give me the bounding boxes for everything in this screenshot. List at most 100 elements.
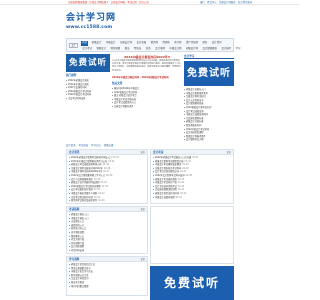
list-item-text: 会计继续教育登录 bbox=[186, 102, 204, 106]
bullet-dot bbox=[153, 192, 154, 194]
more-link[interactable]: 更多 bbox=[141, 150, 145, 155]
news-item[interactable]: 税务师考试科目及报名条件02-20 bbox=[69, 199, 145, 203]
list-item-text: 注会报名费用标准 bbox=[186, 116, 204, 120]
free-trial-ad-left[interactable]: 免费试听 bbox=[66, 54, 110, 72]
bullet-dot bbox=[69, 242, 70, 244]
news-item-text: 中级会计师考试时间2022年9月 bbox=[71, 170, 103, 174]
news-item-date: 02-24 bbox=[177, 184, 185, 188]
news-item-text: 2022初级会计考试科目有哪些 bbox=[71, 184, 101, 188]
nav-item[interactable]: 会计继续教育 bbox=[201, 47, 218, 52]
news-item-date: 02-24 bbox=[100, 181, 107, 185]
list-item-text: 注册会计师考试科目 bbox=[186, 95, 206, 99]
bullet-dot bbox=[69, 278, 70, 280]
news-item-text: 注会会计科目复习 bbox=[71, 277, 89, 281]
box-title: 考试指南 bbox=[69, 208, 80, 211]
news-item-text: 2022年会计继续教育网上学习入口 bbox=[71, 173, 106, 177]
nav-item[interactable]: 税法 bbox=[123, 47, 130, 52]
box-title: 会计考试 bbox=[153, 151, 164, 154]
news-item-text: 审计科目重点整理 bbox=[71, 284, 89, 288]
news-item[interactable]: 考试时间安排 bbox=[69, 249, 145, 253]
nav-item[interactable]: 注册会计师 bbox=[119, 41, 134, 46]
right-link-list: 初级会计证报名入口 中级会计职称报考条件 注册会计师考试科目 会计从业资格证书 会计继续… bbox=[184, 88, 234, 142]
news-item-text: 2022年会计职称考试时间安排 bbox=[155, 173, 185, 177]
content-tab[interactable]: 政策法规 bbox=[104, 143, 114, 148]
nav-item[interactable]: 资产评估师 bbox=[185, 41, 200, 46]
right-block-header: 会计学习 bbox=[184, 54, 234, 59]
left-list: 2022年初级会计报名 2022年中级会计报名 2022注会报名时间 2022初级会计… bbox=[66, 79, 110, 101]
news-item-date: 03-01 bbox=[108, 159, 115, 163]
nav-item[interactable]: 初级会计 bbox=[90, 41, 102, 46]
nav-item[interactable]: 会计资讯 bbox=[211, 41, 223, 46]
content-tab[interactable]: 会计实务 bbox=[66, 143, 76, 148]
nav-item[interactable]: 学习 bbox=[234, 47, 241, 52]
nav-item[interactable]: 中级会计师 bbox=[168, 47, 183, 52]
nav-item[interactable]: 会计考试 bbox=[81, 47, 93, 52]
nav-item[interactable]: 会计实操 bbox=[135, 41, 147, 46]
notice-left-text[interactable]: 正保远程教育集团 · 正保会计网校旗下 · 正保会计网校 · 考试日历 · 官方… bbox=[68, 1, 149, 4]
category-select[interactable]: 会计 bbox=[69, 43, 78, 48]
news-item-text: 2022年初级会计职称考试报名时间及入口 bbox=[71, 156, 112, 159]
bullet-dot bbox=[69, 192, 70, 194]
bullet-dot bbox=[69, 271, 70, 273]
content-tab[interactable]: 考试动态 bbox=[79, 143, 89, 148]
site-logo[interactable]: 会计学习网 www.cc1588.com bbox=[66, 13, 128, 35]
bullet-dot bbox=[69, 185, 70, 187]
bullet-dot bbox=[153, 157, 154, 158]
content-tab-strip: 会计实务 考试动态 学习方法 政策法规 bbox=[66, 143, 113, 148]
news-item-date: 02-23 bbox=[177, 188, 185, 192]
bullet-dot bbox=[153, 178, 154, 180]
bullet-dot bbox=[184, 128, 185, 130]
site-header: 会计学习网 www.cc1588.com bbox=[0, 5, 300, 38]
free-trial-ad-bottom[interactable]: 免费试听 bbox=[150, 266, 234, 300]
nav-item[interactable]: 财务管理 bbox=[109, 47, 121, 52]
list-item-text: 2022年中级会计报名 bbox=[68, 82, 89, 86]
nav-item[interactable]: 初级会计师 bbox=[185, 47, 200, 52]
nav-item[interactable]: 实务 bbox=[145, 47, 152, 52]
list-item[interactable]: 会计职称考试大纲 bbox=[184, 138, 234, 142]
nav-item[interactable]: 首页 bbox=[81, 40, 89, 46]
nav-item[interactable]: 经济法 bbox=[133, 47, 143, 52]
list-item-text: 管理会计师报考条件 bbox=[186, 134, 206, 138]
feature-summary: 2022年中级会计职称考试报名时间2022年3月起，具体报名时间以各省市公布为准… bbox=[112, 60, 181, 72]
bullet-dot bbox=[69, 281, 70, 283]
bullet-dot bbox=[69, 196, 70, 198]
news-item-text: 中级会计报名需要什么材料 bbox=[71, 191, 98, 195]
logo-title: 会计学习网 bbox=[66, 13, 117, 23]
list-item-text: 初级会计合格标准 bbox=[186, 120, 204, 124]
nav-item[interactable]: 经济师 bbox=[161, 41, 171, 46]
box-title: 学习资料 bbox=[69, 258, 80, 261]
news-item[interactable]: 中级会计成绩有效期02-21 bbox=[153, 196, 231, 200]
list-item-text: 注会考试时间安排 bbox=[68, 96, 86, 100]
news-item-date: 03-01 bbox=[192, 156, 199, 159]
bullet-dot bbox=[112, 98, 113, 100]
nav-item[interactable]: 财务 bbox=[201, 41, 208, 46]
free-trial-ad-right[interactable]: 免费试听 bbox=[184, 61, 234, 86]
bullet-dot bbox=[69, 214, 70, 215]
more-link[interactable]: 更多 bbox=[141, 207, 145, 212]
nav-item[interactable]: 会计准则 bbox=[154, 47, 166, 52]
bullet-dot bbox=[112, 102, 113, 104]
more-link[interactable]: 更多 bbox=[227, 150, 231, 155]
content-tab[interactable]: 学习方法 bbox=[91, 143, 101, 148]
bullet-dot bbox=[153, 174, 154, 176]
feature-headline[interactable]: 2022中级会计报名时间2022年3 bbox=[112, 55, 182, 59]
bullet-dot bbox=[184, 132, 185, 134]
news-item[interactable]: 审计科目重点整理 bbox=[69, 285, 145, 289]
nav-item[interactable]: 税务师 bbox=[149, 41, 159, 46]
box-list: 2022年初级会计职称考试报名时间及入口03-01 2022年中级会计职称报名条件… bbox=[69, 156, 145, 203]
bullet-dot bbox=[69, 157, 70, 158]
bullet-dot bbox=[153, 160, 154, 162]
notice-right-text[interactable]: 银行 · 考试中心 · 注册会计师报名 · 官方资讯发布 bbox=[200, 1, 252, 4]
nav-item[interactable]: 中级会计 bbox=[105, 41, 117, 46]
more-link[interactable]: 更多 bbox=[141, 257, 145, 262]
list-item[interactable]: 注册会计师报名条件 bbox=[112, 105, 182, 109]
news-item-text: 税务师考试科目及报名条件 bbox=[71, 199, 98, 203]
nav-item[interactable]: 审计师 bbox=[173, 41, 183, 46]
bullet-dot bbox=[184, 124, 185, 126]
nav-item[interactable]: 管理会计 bbox=[95, 47, 107, 52]
news-item-text: 注会报名缴费流程说明 bbox=[155, 188, 177, 192]
list-item[interactable]: 注会考试时间安排 bbox=[66, 97, 110, 101]
bullet-dot bbox=[69, 167, 70, 169]
nav-item[interactable]: 会计报考 bbox=[220, 47, 232, 52]
feature-red-link[interactable]: 2022年中级会计报名时间 · 2022年初级会计考试时间 bbox=[112, 76, 182, 79]
